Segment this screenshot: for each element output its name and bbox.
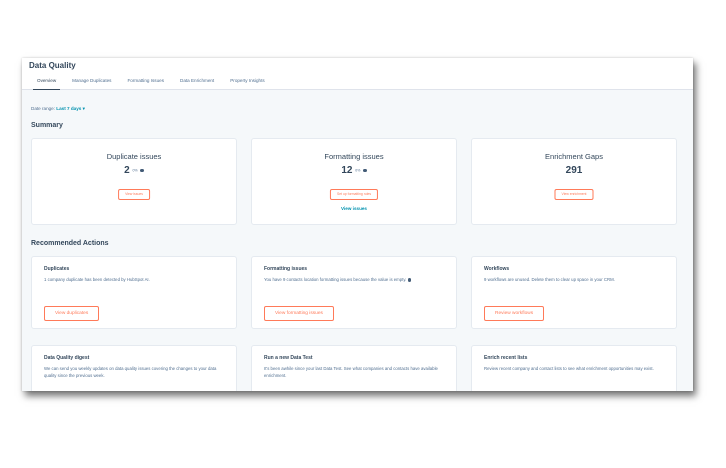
tab-data-enrichment[interactable]: Data Enrichment [172, 77, 222, 90]
app-window: Data Quality Overview Manage Duplicates … [22, 58, 693, 391]
gap-count: 291 [565, 165, 583, 176]
summary-card-formatting: Formatting issues 12 0% Set up formattin… [251, 138, 457, 225]
action-card-title: Run a new Data Test [264, 355, 313, 361]
date-range-filter: Date range: Last 7 days ▾ [31, 106, 85, 112]
caret-down-icon[interactable]: ▾ [83, 106, 85, 111]
review-workflows-button[interactable]: Review workflows [484, 306, 545, 321]
tab-formatting-issues[interactable]: Formatting Issues [119, 77, 172, 90]
issue-count: 2 [124, 165, 130, 176]
view-formatting-issues-button[interactable]: View formatting issues [264, 306, 334, 321]
date-range-value[interactable]: Last 7 days [56, 106, 81, 111]
action-card-digest: Data Quality digest We can send you week… [31, 345, 237, 391]
action-card-workflows: Workflows 9 workflows are unused. Delete… [471, 256, 677, 329]
page-header: Data Quality Overview Manage Duplicates … [22, 58, 693, 90]
view-enrichment-button[interactable]: View enrichment [554, 189, 594, 200]
summary-card-value: 2 0% [32, 165, 236, 176]
issue-count: 12 [341, 165, 353, 176]
action-card-formatting: Formatting issues You have 9 contacts lo… [251, 256, 457, 329]
action-card-description: 9 workflows are unused. Delete them to c… [484, 277, 615, 282]
action-card-title: Data Quality digest [44, 355, 90, 361]
issue-percent: 0% [132, 168, 138, 173]
action-card-description-text: You have 9 contacts location formatting … [264, 277, 407, 282]
recommended-actions-heading: Recommended Actions [31, 240, 109, 247]
action-card-title: Duplicates [44, 266, 70, 272]
date-range-label: Date range: [31, 106, 56, 111]
issue-percent: 0% [355, 168, 361, 173]
summary-card-title: Duplicate issues [106, 152, 162, 161]
action-card-description: 1 company duplicate has been detected by… [44, 277, 150, 282]
summary-card-duplicates: Duplicate issues 2 0% View issues [31, 138, 237, 225]
tab-manage-duplicates[interactable]: Manage Duplicates [64, 77, 119, 90]
info-icon[interactable] [363, 168, 367, 173]
tab-overview[interactable]: Overview [29, 77, 64, 90]
date-range-dropdown[interactable]: Last 7 days ▾ [56, 106, 85, 111]
action-card-duplicates: Duplicates 1 company duplicate has been … [31, 256, 237, 329]
summary-card-value: 291 [472, 165, 676, 176]
tab-bar: Overview Manage Duplicates Formatting Is… [29, 77, 273, 90]
action-card-description: Review recent company and contact lists … [484, 366, 654, 371]
view-issues-link[interactable]: View issues [252, 206, 456, 211]
info-icon[interactable] [140, 168, 144, 173]
action-card-recent-lists: Enrich recent lists Review recent compan… [471, 345, 677, 391]
summary-card-title: Formatting issues [324, 152, 384, 161]
action-card-description: It's been awhile since your last Data Te… [264, 366, 438, 378]
page-title: Data Quality [29, 61, 76, 70]
view-duplicates-button[interactable]: View duplicates [44, 306, 100, 321]
action-card-data-test: Run a new Data Test It's been awhile sin… [251, 345, 457, 391]
action-card-description: We can send you weekly updates on data q… [44, 366, 217, 378]
action-card-title: Enrich recent lists [484, 355, 528, 361]
action-card-description: You have 9 contacts location formatting … [264, 276, 446, 283]
set-up-formatting-rules-button[interactable]: Set up formatting rules [329, 189, 379, 200]
tab-property-insights[interactable]: Property Insights [222, 77, 272, 90]
summary-heading: Summary [31, 122, 63, 129]
action-card-title: Workflows [484, 266, 510, 272]
action-card-title: Formatting issues [264, 266, 308, 272]
view-issues-button[interactable]: View issues [118, 189, 150, 200]
summary-card-title: Enrichment Gaps [545, 152, 603, 161]
summary-card-enrichment: Enrichment Gaps 291 View enrichment [471, 138, 677, 225]
summary-card-value: 12 0% [252, 165, 456, 176]
info-icon[interactable] [407, 278, 412, 282]
